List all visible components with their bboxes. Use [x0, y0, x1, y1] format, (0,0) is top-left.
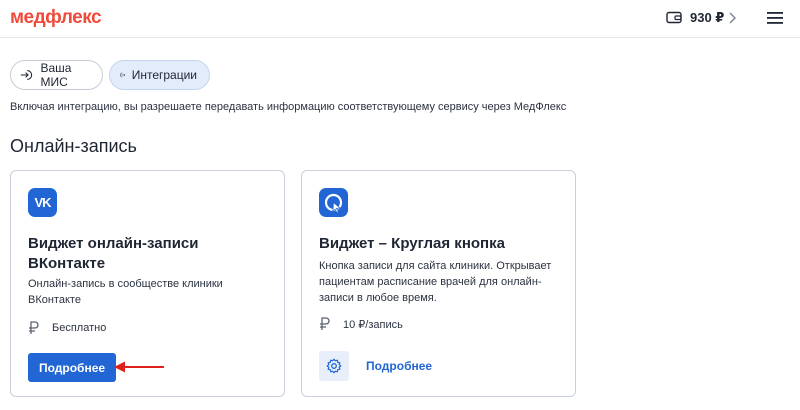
price-row: Бесплатно	[28, 321, 106, 335]
price-text: Бесплатно	[52, 322, 107, 334]
ruble-icon	[29, 321, 39, 334]
hamburger-menu-icon[interactable]	[767, 11, 783, 25]
card-description: Кнопка записи для сайта клиники. Открыва…	[319, 260, 552, 304]
integration-info-text: Включая интеграцию, вы разрешаете переда…	[10, 101, 567, 113]
tab-integrations[interactable]: Интеграции	[109, 60, 210, 90]
ruble-icon	[320, 317, 330, 330]
card-title: Виджет – Круглая кнопка	[319, 235, 505, 252]
logout-arrow-icon	[120, 72, 126, 78]
wallet-icon[interactable]	[666, 11, 682, 24]
more-details-link[interactable]: Подробнее	[366, 359, 432, 373]
top-header: медфлекс 930 ₽	[0, 0, 800, 38]
price-text: 10 ₽/запись	[343, 318, 403, 331]
tab-label: Интеграции	[131, 68, 197, 82]
settings-button[interactable]	[319, 351, 349, 381]
section-title: Онлайн-запись	[10, 136, 137, 156]
round-button-widget-card: Виджет – Круглая кнопка Кнопка записи дл…	[301, 170, 576, 397]
round-button-logo-icon	[319, 188, 348, 217]
tab-label: Ваша МИС	[40, 61, 72, 89]
balance-amount[interactable]: 930 ₽	[690, 10, 724, 26]
tab-your-mis[interactable]: Ваша МИС	[10, 60, 103, 90]
more-details-button[interactable]: Подробнее	[28, 353, 116, 382]
vk-logo-icon: VK	[28, 188, 57, 217]
chevron-right-icon[interactable]	[727, 11, 737, 25]
login-arrow-icon	[20, 70, 33, 80]
annotation-arrow-icon	[114, 361, 164, 373]
card-description: Онлайн-запись в сообществе клиники ВКонт…	[28, 278, 223, 306]
price-row: 10 ₽/запись	[319, 317, 403, 331]
card-title: Виджет онлайн-записи ВКонтакте	[28, 235, 199, 272]
gear-icon	[326, 358, 342, 374]
medflex-logo[interactable]: медфлекс	[10, 7, 102, 29]
